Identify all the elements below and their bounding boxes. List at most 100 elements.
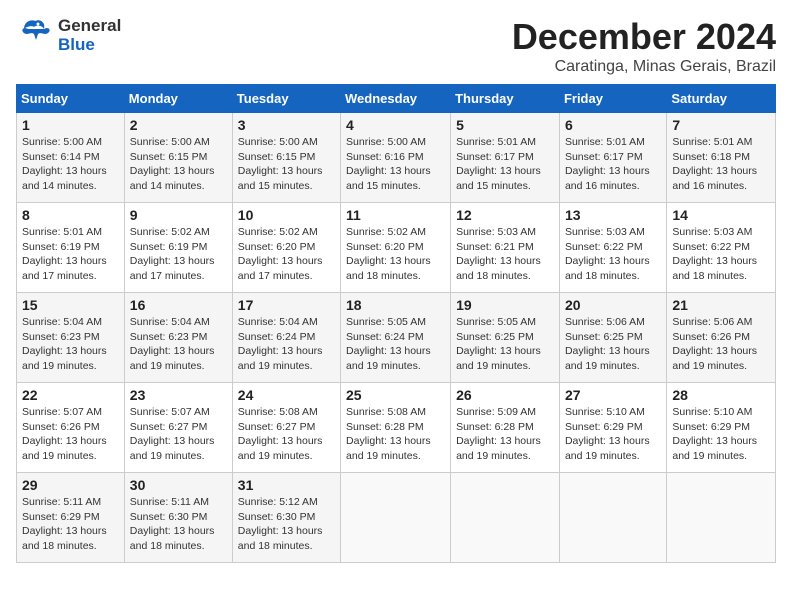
day-info: Sunrise: 5:00 AM Sunset: 6:16 PM Dayligh… [346,135,445,194]
day-info: Sunrise: 5:05 AM Sunset: 6:25 PM Dayligh… [456,315,554,374]
day-number: 26 [456,387,554,403]
day-info: Sunrise: 5:02 AM Sunset: 6:20 PM Dayligh… [238,225,335,284]
day-info: Sunrise: 5:01 AM Sunset: 6:19 PM Dayligh… [22,225,119,284]
calendar-cell: 11 Sunrise: 5:02 AM Sunset: 6:20 PM Dayl… [341,203,451,293]
day-info: Sunrise: 5:09 AM Sunset: 6:28 PM Dayligh… [456,405,554,464]
day-number: 18 [346,297,445,313]
calendar-cell: 8 Sunrise: 5:01 AM Sunset: 6:19 PM Dayli… [17,203,125,293]
calendar-cell: 30 Sunrise: 5:11 AM Sunset: 6:30 PM Dayl… [124,473,232,563]
day-number: 3 [238,117,335,133]
day-info: Sunrise: 5:08 AM Sunset: 6:28 PM Dayligh… [346,405,445,464]
day-number: 15 [22,297,119,313]
day-info: Sunrise: 5:12 AM Sunset: 6:30 PM Dayligh… [238,495,335,554]
day-number: 28 [672,387,770,403]
calendar-cell: 3 Sunrise: 5:00 AM Sunset: 6:15 PM Dayli… [232,113,340,203]
day-number: 11 [346,207,445,223]
day-header-friday: Friday [559,85,666,113]
day-info: Sunrise: 5:10 AM Sunset: 6:29 PM Dayligh… [565,405,661,464]
day-number: 31 [238,477,335,493]
day-header-thursday: Thursday [451,85,560,113]
calendar-cell: 22 Sunrise: 5:07 AM Sunset: 6:26 PM Dayl… [17,383,125,473]
day-number: 7 [672,117,770,133]
day-number: 30 [130,477,227,493]
day-info: Sunrise: 5:10 AM Sunset: 6:29 PM Dayligh… [672,405,770,464]
calendar-cell: 9 Sunrise: 5:02 AM Sunset: 6:19 PM Dayli… [124,203,232,293]
day-header-monday: Monday [124,85,232,113]
calendar-cell: 17 Sunrise: 5:04 AM Sunset: 6:24 PM Dayl… [232,293,340,383]
day-number: 19 [456,297,554,313]
day-header-saturday: Saturday [667,85,776,113]
day-info: Sunrise: 5:04 AM Sunset: 6:24 PM Dayligh… [238,315,335,374]
calendar-cell: 31 Sunrise: 5:12 AM Sunset: 6:30 PM Dayl… [232,473,340,563]
calendar-table: SundayMondayTuesdayWednesdayThursdayFrid… [16,84,776,563]
day-info: Sunrise: 5:00 AM Sunset: 6:14 PM Dayligh… [22,135,119,194]
calendar-cell [667,473,776,563]
location: Caratinga, Minas Gerais, Brazil [512,58,776,76]
day-number: 17 [238,297,335,313]
calendar-cell: 10 Sunrise: 5:02 AM Sunset: 6:20 PM Dayl… [232,203,340,293]
logo-bird-icon [16,16,56,56]
day-info: Sunrise: 5:01 AM Sunset: 6:18 PM Dayligh… [672,135,770,194]
day-info: Sunrise: 5:06 AM Sunset: 6:26 PM Dayligh… [672,315,770,374]
logo-line1: General [58,17,121,36]
logo-text-block: General Blue [58,17,121,54]
title-block: December 2024 Caratinga, Minas Gerais, B… [512,16,776,76]
logo: General Blue [16,16,121,56]
day-info: Sunrise: 5:06 AM Sunset: 6:25 PM Dayligh… [565,315,661,374]
day-info: Sunrise: 5:07 AM Sunset: 6:27 PM Dayligh… [130,405,227,464]
calendar-cell: 28 Sunrise: 5:10 AM Sunset: 6:29 PM Dayl… [667,383,776,473]
page-header: General Blue December 2024 Caratinga, Mi… [16,16,776,76]
calendar-cell: 2 Sunrise: 5:00 AM Sunset: 6:15 PM Dayli… [124,113,232,203]
day-number: 24 [238,387,335,403]
day-number: 14 [672,207,770,223]
calendar-cell: 12 Sunrise: 5:03 AM Sunset: 6:21 PM Dayl… [451,203,560,293]
day-number: 8 [22,207,119,223]
calendar-cell [341,473,451,563]
month-title: December 2024 [512,16,776,58]
day-number: 12 [456,207,554,223]
day-info: Sunrise: 5:04 AM Sunset: 6:23 PM Dayligh… [130,315,227,374]
calendar-cell [451,473,560,563]
day-number: 9 [130,207,227,223]
day-info: Sunrise: 5:11 AM Sunset: 6:29 PM Dayligh… [22,495,119,554]
calendar-cell: 25 Sunrise: 5:08 AM Sunset: 6:28 PM Dayl… [341,383,451,473]
day-info: Sunrise: 5:04 AM Sunset: 6:23 PM Dayligh… [22,315,119,374]
calendar-cell: 23 Sunrise: 5:07 AM Sunset: 6:27 PM Dayl… [124,383,232,473]
day-number: 1 [22,117,119,133]
calendar-cell: 24 Sunrise: 5:08 AM Sunset: 6:27 PM Dayl… [232,383,340,473]
calendar-cell: 19 Sunrise: 5:05 AM Sunset: 6:25 PM Dayl… [451,293,560,383]
calendar-cell: 26 Sunrise: 5:09 AM Sunset: 6:28 PM Dayl… [451,383,560,473]
logo: General Blue [16,16,121,56]
day-number: 21 [672,297,770,313]
day-number: 4 [346,117,445,133]
day-number: 29 [22,477,119,493]
calendar-cell: 20 Sunrise: 5:06 AM Sunset: 6:25 PM Dayl… [559,293,666,383]
day-header-tuesday: Tuesday [232,85,340,113]
day-number: 20 [565,297,661,313]
day-number: 13 [565,207,661,223]
day-info: Sunrise: 5:02 AM Sunset: 6:19 PM Dayligh… [130,225,227,284]
day-info: Sunrise: 5:02 AM Sunset: 6:20 PM Dayligh… [346,225,445,284]
day-number: 10 [238,207,335,223]
day-info: Sunrise: 5:05 AM Sunset: 6:24 PM Dayligh… [346,315,445,374]
day-number: 5 [456,117,554,133]
day-info: Sunrise: 5:03 AM Sunset: 6:21 PM Dayligh… [456,225,554,284]
calendar-cell: 1 Sunrise: 5:00 AM Sunset: 6:14 PM Dayli… [17,113,125,203]
day-info: Sunrise: 5:08 AM Sunset: 6:27 PM Dayligh… [238,405,335,464]
day-number: 25 [346,387,445,403]
calendar-cell: 29 Sunrise: 5:11 AM Sunset: 6:29 PM Dayl… [17,473,125,563]
calendar-cell: 6 Sunrise: 5:01 AM Sunset: 6:17 PM Dayli… [559,113,666,203]
calendar-cell: 18 Sunrise: 5:05 AM Sunset: 6:24 PM Dayl… [341,293,451,383]
calendar-cell: 5 Sunrise: 5:01 AM Sunset: 6:17 PM Dayli… [451,113,560,203]
day-info: Sunrise: 5:01 AM Sunset: 6:17 PM Dayligh… [456,135,554,194]
day-number: 2 [130,117,227,133]
day-info: Sunrise: 5:03 AM Sunset: 6:22 PM Dayligh… [565,225,661,284]
calendar-cell: 27 Sunrise: 5:10 AM Sunset: 6:29 PM Dayl… [559,383,666,473]
day-number: 27 [565,387,661,403]
day-info: Sunrise: 5:00 AM Sunset: 6:15 PM Dayligh… [238,135,335,194]
calendar-cell [559,473,666,563]
day-info: Sunrise: 5:07 AM Sunset: 6:26 PM Dayligh… [22,405,119,464]
day-header-sunday: Sunday [17,85,125,113]
calendar-cell: 7 Sunrise: 5:01 AM Sunset: 6:18 PM Dayli… [667,113,776,203]
day-info: Sunrise: 5:03 AM Sunset: 6:22 PM Dayligh… [672,225,770,284]
